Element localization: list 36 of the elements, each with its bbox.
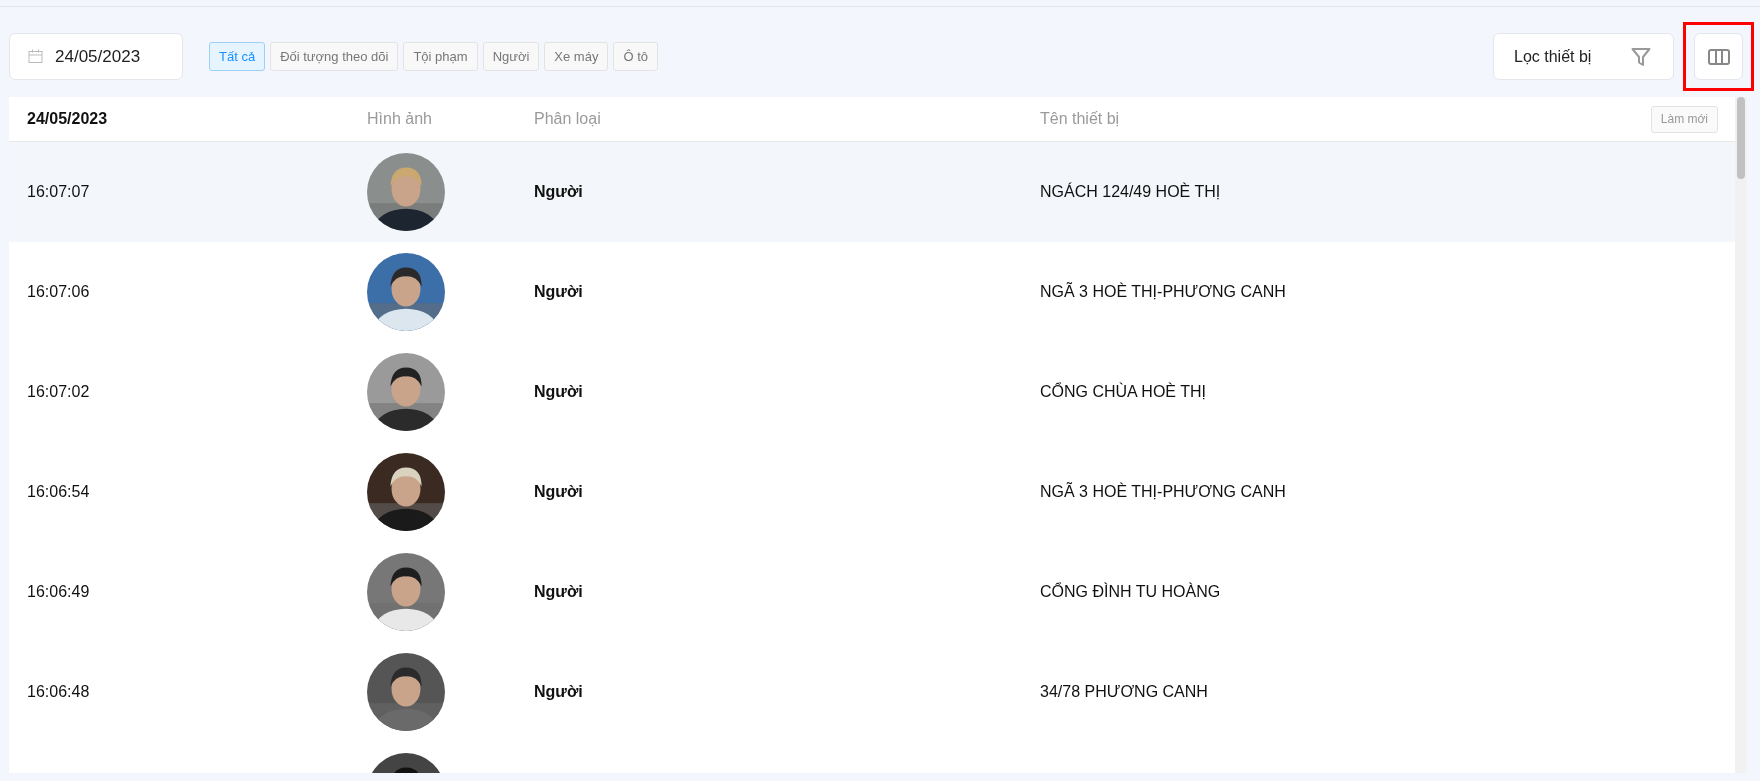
date-value: 24/05/2023: [55, 46, 141, 67]
columns-icon: [1707, 48, 1730, 65]
device-cell-text: NGÁCH 124/49 HOÈ THỊ: [1040, 183, 1222, 201]
category-cell-text: Người: [534, 183, 584, 201]
column-header: Phân loại: [534, 110, 602, 128]
category-cell-text: Người: [534, 483, 584, 501]
device-cell-text: CỔNG CHÙA HOÈ THỊ: [1040, 383, 1207, 401]
date-picker[interactable]: 24/05/2023: [9, 33, 183, 80]
column-header: 24/05/2023: [27, 110, 109, 128]
filter-tag[interactable]: Người: [482, 42, 540, 71]
time-cell-text: 16:06:49: [27, 583, 91, 601]
time-cell-text: 16:06:48: [27, 683, 91, 701]
table-row[interactable]: 16:07:07 Người NGÁCH 124/49 HOÈ THỊ: [9, 142, 1735, 242]
device-cell-text: NGÃ 3 HOÈ THỊ-PHƯƠNG CANH: [1040, 283, 1287, 301]
time-cell-text: 16:07:06: [27, 283, 91, 301]
category-cell-text: Người: [534, 683, 584, 701]
column-header: Hình ảnh: [367, 110, 433, 128]
column-header: Tên thiết bị: [1040, 110, 1121, 128]
filter-tag[interactable]: Ô tô: [613, 42, 658, 71]
category-cell-text: Người: [534, 283, 584, 301]
columns-button[interactable]: [1694, 33, 1743, 80]
device-filter-button[interactable]: Lọc thiết bị: [1493, 33, 1674, 80]
time-cell-text: 16:07:07: [27, 183, 91, 201]
time-cell-text: 16:06:54: [27, 483, 91, 501]
device-cell-text: CỔNG ĐÌNH TU HOÀNG: [1040, 583, 1222, 601]
calendar-icon: [28, 49, 43, 64]
time-cell-text: 16:07:02: [27, 383, 91, 401]
scrollbar[interactable]: [1735, 97, 1747, 773]
filter-tag[interactable]: Xe máy: [544, 42, 609, 71]
category-cell-text: Người: [534, 383, 584, 401]
filter-icon: [1631, 46, 1651, 67]
device-cell-text: NGÃ 3 HOÈ THỊ-PHƯƠNG CANH: [1040, 483, 1287, 501]
filter-tag[interactable]: Tội phạm: [403, 42, 478, 71]
device-cell-text: 34/78 PHƯƠNG CANH: [1040, 683, 1209, 701]
filter-tag[interactable]: Đối tượng theo dõi: [270, 42, 399, 71]
category-cell-text: Người: [534, 583, 584, 601]
